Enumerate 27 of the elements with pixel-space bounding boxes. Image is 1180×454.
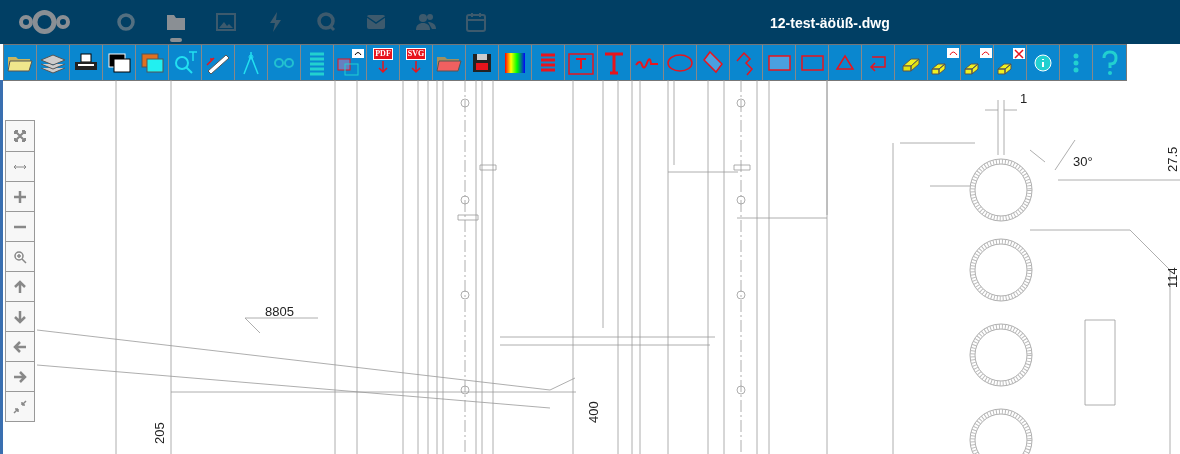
image-icon[interactable]: [214, 10, 238, 34]
dimension-label: 27.5: [1165, 146, 1180, 172]
dimension-label: 400: [586, 401, 601, 423]
svg-export-button[interactable]: SVG: [400, 45, 433, 80]
zoom-in-icon: [13, 189, 27, 204]
active-indicator: [170, 38, 182, 42]
arrow-up-icon: [13, 279, 27, 294]
dimension-label: 30°: [1073, 154, 1093, 169]
fit-icon: [13, 129, 27, 143]
dimension-label: 114: [1165, 267, 1180, 288]
arrow-down-icon: [13, 309, 27, 324]
logo-icon[interactable]: [18, 9, 71, 35]
overlap-icon[interactable]: [334, 46, 366, 79]
arrow-down-icon: [377, 60, 389, 74]
arrow-right-icon: [13, 369, 27, 384]
file-title: 12-test-äöüß-.dwg: [770, 14, 890, 33]
arrow-down-icon: [410, 60, 422, 74]
calendar-icon[interactable]: [464, 10, 488, 34]
dimension-label: 8805: [265, 304, 294, 319]
pdf-export-button[interactable]: PDF: [367, 45, 400, 80]
dimension-label: 205: [152, 422, 167, 444]
arrow-left-icon: [13, 339, 27, 354]
chat-icon[interactable]: [314, 10, 338, 34]
magnifier-icon: [13, 249, 27, 264]
shrink-icon: [13, 399, 27, 414]
dimension-label: 1: [1020, 91, 1028, 106]
circle-icon[interactable]: [114, 10, 138, 34]
